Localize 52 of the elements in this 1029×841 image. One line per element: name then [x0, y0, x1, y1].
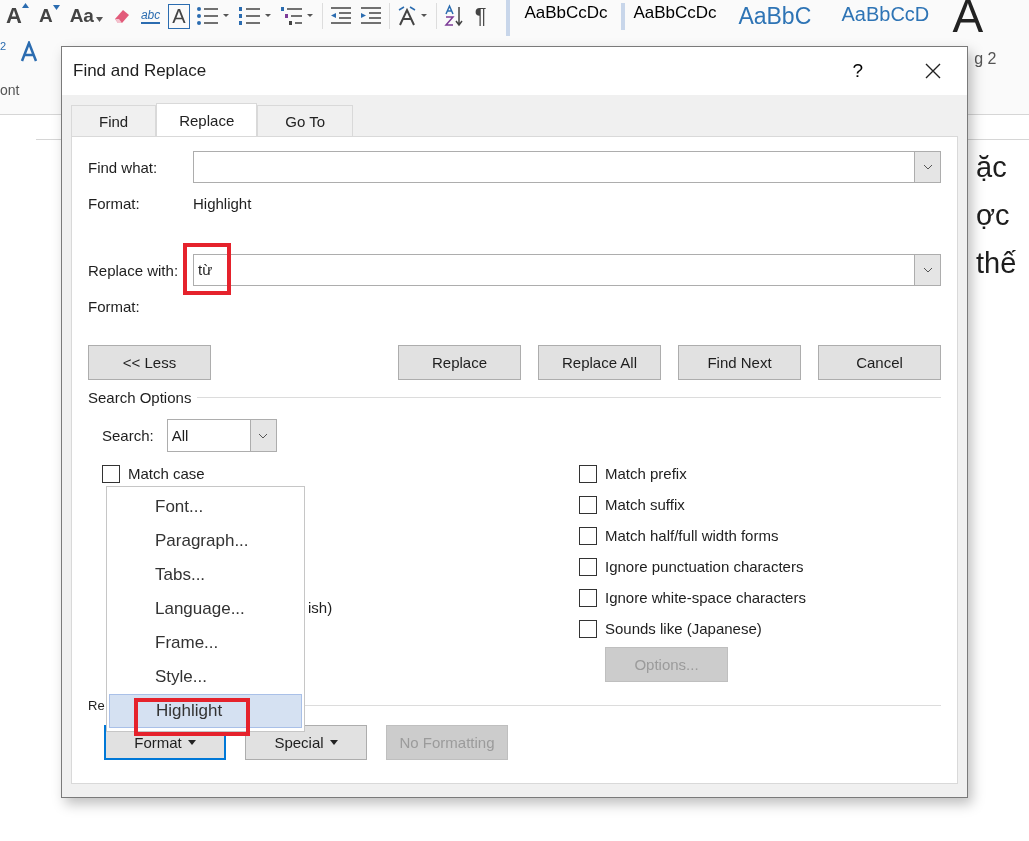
help-button[interactable]: ? [846, 59, 869, 83]
style-preview[interactable]: AaBbCcDc [516, 2, 622, 30]
tab[interactable]: Replace [156, 103, 258, 137]
field-label: Replace with: [88, 261, 180, 279]
style-preview[interactable]: AaBbCcDc [621, 2, 731, 30]
action-button[interactable]: Replace All [538, 345, 661, 380]
checkbox[interactable]: Sounds like (Japanese) [579, 613, 806, 644]
menu-item[interactable]: Font... [109, 490, 302, 524]
document-text: ặc [976, 150, 1007, 185]
checkbox[interactable]: Match suffix [579, 489, 806, 520]
action-button[interactable]: Find Next [678, 345, 801, 380]
document-text: ợc [976, 198, 1010, 233]
grow-font-button[interactable]: A [4, 3, 31, 29]
tab[interactable]: Find [71, 105, 157, 136]
checkbox[interactable]: Ignore punctuation characters [579, 551, 806, 582]
character-border-button[interactable]: A [168, 3, 190, 29]
format-value: Highlight [193, 194, 252, 212]
tab[interactable]: Go To [257, 105, 353, 136]
option-label: ish) [308, 599, 333, 616]
show-formatting-button[interactable]: ¶ [472, 3, 489, 29]
menu-item[interactable]: Highlight [109, 694, 302, 728]
menu-item[interactable]: Style... [109, 660, 302, 694]
checkbox[interactable]: Match half/full width forms [579, 520, 806, 551]
change-case-button[interactable]: Aa [67, 5, 105, 27]
replace-with-field[interactable]: từ [193, 254, 941, 286]
style-preview[interactable]: A [952, 0, 984, 43]
style-preview[interactable]: AaBbC [730, 2, 834, 30]
search-dropdown[interactable]: All [166, 419, 277, 452]
menu-item[interactable]: Frame... [109, 626, 302, 660]
field-label: Find what: [88, 158, 159, 176]
format-label: Format: [88, 297, 141, 315]
window-title: Find and Replace [73, 61, 208, 81]
text-effects-button[interactable]: abc [138, 8, 163, 24]
style-preview[interactable]: AaBbCcD [833, 2, 939, 30]
checkbox[interactable]: Match case [102, 458, 579, 489]
action-button[interactable]: Cancel [818, 345, 941, 380]
section-heading: Re [88, 698, 105, 713]
format-label: Format: [88, 194, 141, 212]
group-label: ont [0, 82, 20, 98]
menu-item[interactable]: Paragraph... [109, 524, 302, 558]
group-label: g 2 [974, 50, 997, 68]
document-text: thế [976, 246, 1017, 281]
less-button[interactable]: << Less [88, 345, 211, 380]
menu-item[interactable]: Tabs... [109, 558, 302, 592]
checkbox[interactable]: Ignore white-space characters [579, 582, 806, 613]
section-heading: Search Options [88, 389, 192, 406]
menu-item[interactable]: Language... [109, 592, 302, 626]
checkbox[interactable]: Match prefix [579, 458, 806, 489]
superscript-button[interactable]: 2 [0, 40, 7, 52]
shrink-font-button[interactable]: A [36, 5, 62, 27]
field-label: Search: [102, 427, 154, 444]
action-button[interactable]: Replace [398, 345, 521, 380]
